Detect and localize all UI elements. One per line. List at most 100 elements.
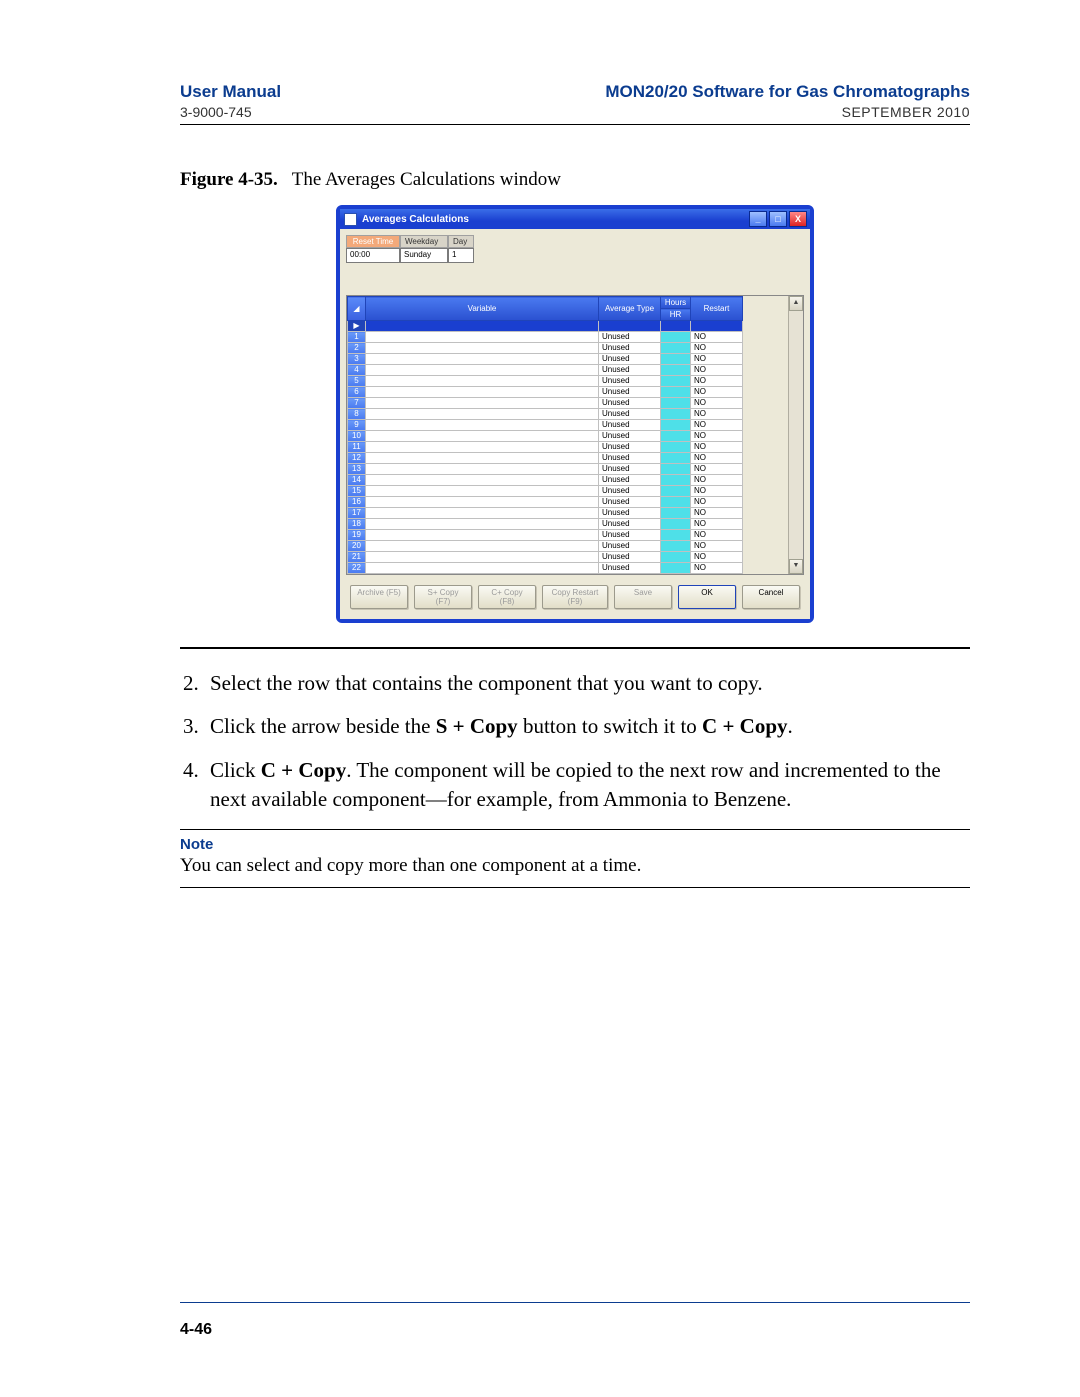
cell-avg-type[interactable]: Unused	[599, 354, 661, 365]
cell-hours[interactable]	[661, 453, 691, 464]
cell-avg-type[interactable]: Unused	[599, 475, 661, 486]
cell-avg-type[interactable]: Unused	[599, 431, 661, 442]
cell-hours[interactable]	[661, 497, 691, 508]
grid-row-number[interactable]: 14	[348, 475, 366, 486]
c-copy-button[interactable]: C+ Copy (F8)	[478, 585, 536, 609]
cell-restart[interactable]: NO	[691, 530, 743, 541]
cell-avg-type[interactable]: Unused	[599, 541, 661, 552]
cell-variable[interactable]	[366, 453, 599, 464]
col-hours[interactable]: Hours	[661, 297, 691, 309]
grid-scrollbar[interactable]: ▲ ▼	[788, 296, 803, 574]
grid-row-number[interactable]: 12	[348, 453, 366, 464]
ok-button[interactable]: OK	[678, 585, 736, 609]
cell-avg-type[interactable]: Unused	[599, 552, 661, 563]
grid-row-number[interactable]: 19	[348, 530, 366, 541]
cell-hours[interactable]	[661, 409, 691, 420]
cell-variable[interactable]	[366, 519, 599, 530]
cell-variable[interactable]	[366, 343, 599, 354]
cell-variable[interactable]	[366, 508, 599, 519]
weekday-input[interactable]: Sunday	[400, 248, 448, 263]
cell-hours[interactable]	[661, 321, 691, 332]
cell-restart[interactable]: NO	[691, 486, 743, 497]
copy-restart-button[interactable]: Copy Restart (F9)	[542, 585, 608, 609]
cell-variable[interactable]	[366, 387, 599, 398]
cell-variable[interactable]	[366, 563, 599, 574]
cell-variable[interactable]	[366, 475, 599, 486]
save-button[interactable]: Save	[614, 585, 672, 609]
cell-hours[interactable]	[661, 398, 691, 409]
cell-restart[interactable]: NO	[691, 541, 743, 552]
close-button[interactable]: X	[789, 211, 807, 227]
cell-variable[interactable]	[366, 354, 599, 365]
cell-variable[interactable]	[366, 332, 599, 343]
cell-hours[interactable]	[661, 508, 691, 519]
cell-restart[interactable]: NO	[691, 398, 743, 409]
cell-restart[interactable]: NO	[691, 387, 743, 398]
day-input[interactable]: 1	[448, 248, 474, 263]
cell-avg-type[interactable]: Unused	[599, 420, 661, 431]
grid-row-number[interactable]: 21	[348, 552, 366, 563]
grid-row-number[interactable]: 17	[348, 508, 366, 519]
cell-variable[interactable]	[366, 486, 599, 497]
cell-restart[interactable]: NO	[691, 519, 743, 530]
grid-corner[interactable]: ◢	[348, 297, 366, 321]
cell-variable[interactable]	[366, 431, 599, 442]
cell-restart[interactable]: NO	[691, 409, 743, 420]
cell-restart[interactable]: NO	[691, 464, 743, 475]
cell-variable[interactable]	[366, 442, 599, 453]
cell-avg-type[interactable]: Unused	[599, 530, 661, 541]
cell-restart[interactable]: NO	[691, 365, 743, 376]
cell-avg-type[interactable]: Unused	[599, 563, 661, 574]
scroll-up-icon[interactable]: ▲	[789, 296, 803, 311]
grid-row-number[interactable]: 3	[348, 354, 366, 365]
cell-hours[interactable]	[661, 354, 691, 365]
cell-avg-type[interactable]: Unused	[599, 442, 661, 453]
grid-row-number[interactable]: 2	[348, 343, 366, 354]
grid-row-number[interactable]: 20	[348, 541, 366, 552]
col-restart[interactable]: Restart	[691, 297, 743, 321]
cell-hours[interactable]	[661, 431, 691, 442]
cell-variable[interactable]	[366, 409, 599, 420]
cell-avg-type[interactable]: Unused	[599, 365, 661, 376]
cell-variable[interactable]	[366, 365, 599, 376]
cell-avg-type[interactable]: Unused	[599, 376, 661, 387]
cell-variable[interactable]	[366, 464, 599, 475]
averages-grid[interactable]: ◢ Variable Average Type Hours Restart HR	[346, 295, 804, 575]
grid-row-selector[interactable]: ▶	[348, 321, 366, 332]
minimize-button[interactable]: _	[749, 211, 767, 227]
cell-avg-type[interactable]: Unused	[599, 508, 661, 519]
cell-restart[interactable]: NO	[691, 420, 743, 431]
cell-avg-type[interactable]: Unused	[599, 332, 661, 343]
cell-hours[interactable]	[661, 420, 691, 431]
cell-restart[interactable]: NO	[691, 475, 743, 486]
cell-hours[interactable]	[661, 365, 691, 376]
cell-variable[interactable]	[366, 541, 599, 552]
grid-row-number[interactable]: 9	[348, 420, 366, 431]
cell-avg-type[interactable]: Unused	[599, 409, 661, 420]
cell-variable[interactable]	[366, 552, 599, 563]
cell-restart[interactable]: NO	[691, 497, 743, 508]
cell-variable[interactable]	[366, 420, 599, 431]
cell-restart[interactable]: NO	[691, 552, 743, 563]
cell-restart[interactable]: NO	[691, 376, 743, 387]
cell-variable[interactable]	[366, 376, 599, 387]
cell-hours[interactable]	[661, 530, 691, 541]
reset-time-input[interactable]: 00:00	[346, 248, 400, 263]
cell-variable[interactable]	[366, 398, 599, 409]
col-variable[interactable]: Variable	[366, 297, 599, 321]
cell-hours[interactable]	[661, 475, 691, 486]
cell-hours[interactable]	[661, 376, 691, 387]
cell-variable[interactable]	[366, 321, 599, 332]
cell-restart[interactable]: NO	[691, 431, 743, 442]
cell-hours[interactable]	[661, 486, 691, 497]
grid-row-number[interactable]: 11	[348, 442, 366, 453]
cell-hours[interactable]	[661, 519, 691, 530]
grid-row-number[interactable]: 8	[348, 409, 366, 420]
grid-row-number[interactable]: 5	[348, 376, 366, 387]
cell-hours[interactable]	[661, 563, 691, 574]
cancel-button[interactable]: Cancel	[742, 585, 800, 609]
cell-avg-type[interactable]: Unused	[599, 519, 661, 530]
cell-hours[interactable]	[661, 541, 691, 552]
cell-restart[interactable]: NO	[691, 453, 743, 464]
cell-avg-type[interactable]: Unused	[599, 343, 661, 354]
